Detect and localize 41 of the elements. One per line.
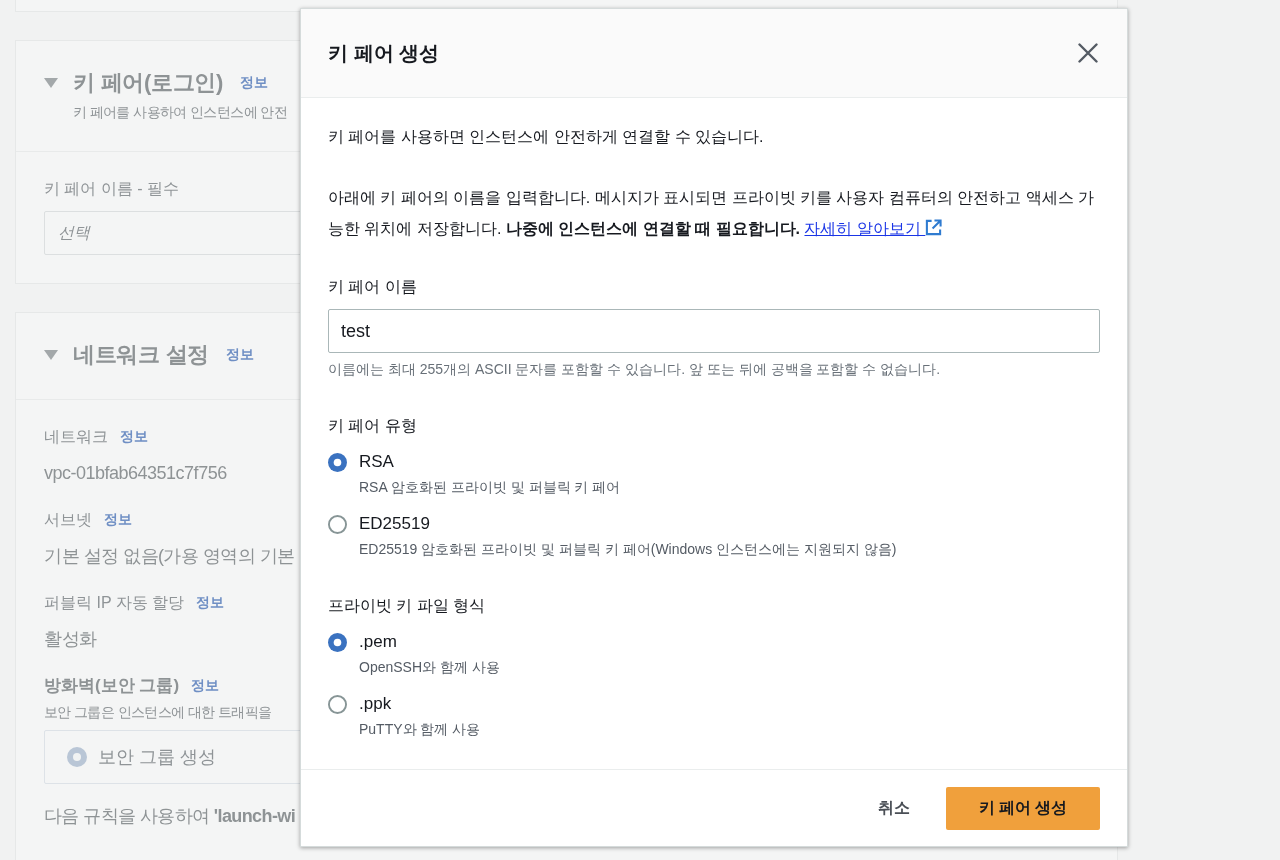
dialog-title: 키 페어 생성 [328, 40, 440, 66]
section-title: 키 페어(로그인) [73, 69, 224, 97]
field-hint: 이름에는 최대 255개의 ASCII 문자를 포함할 수 있습니다. 앞 또는 뒤에 공백을 포함할 수 없습니다. [328, 360, 941, 379]
intro-text: 키 페어를 사용하면 인스턴스에 안전하게 연결할 수 있습니다. [328, 127, 765, 147]
option-description: PuTTY와 함께 사용 [359, 720, 481, 739]
radio-label[interactable]: RSA [359, 451, 394, 473]
instructions-text: 아래에 키 페어의 이름을 입력합니다. 메시지가 표시되면 프라이빗 키를 사용자 컴퓨터의 안전하고 액세스 가능한 위치에 저장합니다. 나중에 인스턴스에 연결할 때 필요합니다. 자세히 알아보기 [328, 188, 1096, 239]
section-title: 네트워크 설정 [73, 341, 209, 369]
option-description: ED25519 암호화된 프라이빗 및 퍼블릭 키 페어(Windows 인스턴스에는 지원되지 않음) [359, 540, 897, 559]
radio-label[interactable]: .ppk [359, 693, 392, 715]
radio-button[interactable] [328, 694, 347, 714]
radio-button[interactable] [67, 747, 87, 767]
close-icon [1078, 43, 1098, 63]
radio-label[interactable]: .pem [359, 631, 397, 653]
field-label: 방화벽(보안 그룹) [44, 675, 180, 697]
field-value: 기본 설정 없음(가용 영역의 기본 [44, 545, 295, 568]
caret-icon[interactable] [44, 78, 58, 88]
learn-more-link[interactable]: 자세히 알아보기 [804, 220, 943, 237]
radio-button[interactable] [328, 632, 347, 652]
field-label: 서브넷 [44, 510, 92, 530]
external-link-icon [925, 219, 943, 236]
option-description: OpenSSH와 함께 사용 [359, 658, 500, 677]
field-value: vpc-01bfab64351c7f756 [44, 462, 227, 485]
field-value: 활성화 [44, 628, 97, 651]
section-description: 키 페어를 사용하여 인스턴스에 안전 [73, 103, 288, 122]
radio-label[interactable]: ED25519 [359, 513, 430, 535]
caret-icon[interactable] [44, 350, 58, 360]
group-label: 프라이빗 키 파일 형식 [328, 596, 486, 616]
field-label: 퍼블릭 IP 자동 할당 [44, 593, 185, 613]
key-pair-name-input[interactable]: test [328, 309, 1100, 353]
field-description: 보안 그룹은 인스턴스에 대한 트래픽을 [44, 703, 272, 722]
rule-note: 다음 규칙을 사용하여 'launch-wi [44, 805, 296, 828]
radio-button[interactable] [328, 452, 347, 472]
field-label: 네트워크 [44, 427, 108, 447]
option-description: RSA 암호화된 프라이빗 및 퍼블릭 키 페어 [359, 478, 621, 497]
radio-button[interactable] [328, 514, 347, 534]
create-button[interactable]: 키 페어 생성 [946, 787, 1100, 830]
group-label: 키 페어 유형 [328, 416, 417, 436]
cancel-button[interactable]: 취소 [868, 787, 920, 830]
field-label: 키 페어 이름 - 필수 [44, 179, 180, 199]
field-label: 키 페어 이름 [328, 277, 417, 297]
